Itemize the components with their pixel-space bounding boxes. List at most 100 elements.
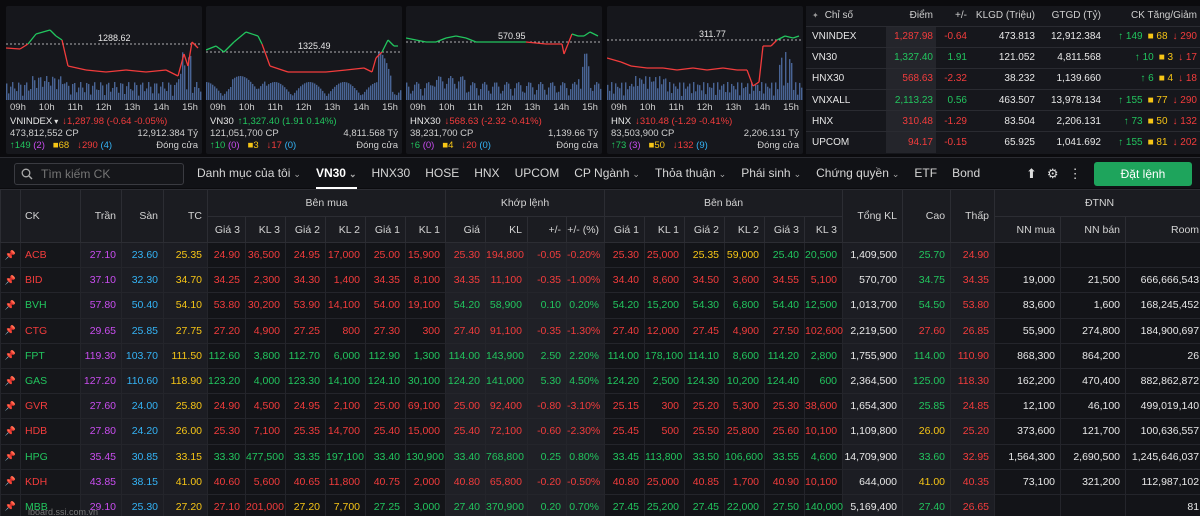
more-vertical-icon[interactable]: ⋮ <box>1069 166 1082 182</box>
bid-cell[interactable]: 7,100 <box>245 418 286 445</box>
bid-cell[interactable]: 69,100 <box>405 393 446 420</box>
bid-cell[interactable]: 7,700 <box>325 493 366 516</box>
index-row[interactable]: VNXALL 2,113.23 0.56 463.507 13,978.134 ↑ 155… <box>806 89 1200 111</box>
ask-cell[interactable]: 113,800 <box>644 443 686 470</box>
bid-cell[interactable]: 27.20 <box>207 317 246 344</box>
tab-bond[interactable]: Bond <box>952 158 980 189</box>
stock-symbol[interactable]: BID <box>20 267 81 294</box>
stock-symbol[interactable]: CTG <box>20 317 81 344</box>
stock-row[interactable]: 📌 HDB 27.80 24.20 26.00 25.30 7,100 25.35 14,700… <box>0 418 1200 445</box>
bid-cell[interactable]: 4,500 <box>245 393 286 420</box>
bid-cell[interactable]: 300 <box>405 317 446 344</box>
bid-cell[interactable]: 53.80 <box>207 292 246 319</box>
tab-etf[interactable]: ETF <box>914 158 937 189</box>
tab-danh-mục-của-tôi[interactable]: Danh mục của tôi ⌄ <box>197 158 301 189</box>
mini-chart-vn30[interactable]: 1325.49 09h 10h 11h 12h 13h 14h 15h VN30 ↑1,327.4… <box>206 6 402 154</box>
ask-cell[interactable]: 10,100 <box>804 468 844 495</box>
ask-cell[interactable]: 25.30 <box>604 241 646 269</box>
stock-row[interactable]: 📌 GAS 127.20 110.60 118.90 123.20 4,000 123.30 1… <box>0 367 1200 395</box>
ask-cell[interactable]: 5,100 <box>804 267 844 294</box>
bid-cell[interactable]: 24.95 <box>285 241 326 269</box>
ask-cell[interactable]: 4,900 <box>724 317 766 344</box>
ask-cell[interactable]: 33.50 <box>684 443 726 470</box>
bid-cell[interactable]: 27.10 <box>207 493 246 516</box>
bid-cell[interactable]: 30,200 <box>245 292 286 319</box>
pin-icon[interactable]: 📌 <box>0 393 21 420</box>
ask-cell[interactable]: 22,000 <box>724 493 766 516</box>
ask-cell[interactable]: 5,300 <box>724 393 766 420</box>
ask-cell[interactable]: 2,500 <box>644 367 686 395</box>
bid-cell[interactable]: 15,900 <box>405 241 446 269</box>
index-row[interactable]: UPCOM 94.17 -0.15 65.925 1,041.692 ↑ 155 ■ 81 ↓… <box>806 131 1200 154</box>
tab-vn30[interactable]: VN30 ⌄ <box>315 158 357 189</box>
bid-cell[interactable]: 25.35 <box>285 418 326 445</box>
ask-cell[interactable]: 124.40 <box>764 367 806 395</box>
chevron-down-icon[interactable]: ▾ <box>54 117 58 126</box>
bid-cell[interactable]: 33.30 <box>207 443 246 470</box>
ask-cell[interactable]: 10,200 <box>724 367 766 395</box>
tab-hose[interactable]: HOSE <box>425 158 459 189</box>
ask-cell[interactable]: 27.50 <box>764 317 806 344</box>
bid-cell[interactable]: 123.30 <box>285 367 326 395</box>
pin-icon[interactable]: 📌 <box>0 292 21 319</box>
ask-cell[interactable]: 34.55 <box>764 267 806 294</box>
ask-cell[interactable]: 8,600 <box>644 267 686 294</box>
ask-cell[interactable]: 25.15 <box>604 393 646 420</box>
bid-cell[interactable]: 33.40 <box>365 443 406 470</box>
bid-cell[interactable]: 40.75 <box>365 468 406 495</box>
bid-cell[interactable]: 24.95 <box>285 393 326 420</box>
bid-cell[interactable]: 3,000 <box>405 493 446 516</box>
place-order-button[interactable]: Đặt lệnh <box>1094 162 1192 186</box>
pin-icon[interactable]: 📌 <box>0 317 21 344</box>
index-row[interactable]: HNX 310.48 -1.29 83.504 2,206.131 ↑ 73 ■ 50 ↓ 1… <box>806 110 1200 132</box>
bid-cell[interactable]: 14,100 <box>325 292 366 319</box>
pin-icon[interactable]: 📌 <box>0 241 21 269</box>
ask-cell[interactable]: 33.45 <box>604 443 646 470</box>
bid-cell[interactable]: 34.25 <box>207 267 246 294</box>
ask-cell[interactable]: 140,000 <box>804 493 844 516</box>
ask-cell[interactable]: 25,200 <box>644 493 686 516</box>
index-row[interactable]: VN30 1,327.40 1.91 121.052 4,811.568 ↑ 10 ■ 3 ↓… <box>806 46 1200 69</box>
pin-icon[interactable]: 📌 <box>0 468 21 495</box>
stock-row[interactable]: 📌 MBB 29.10 25.30 27.20 27.10 201,000 27.20 7,70… <box>0 493 1200 516</box>
bid-cell[interactable]: 112.60 <box>207 342 246 369</box>
bid-cell[interactable]: 4,900 <box>245 317 286 344</box>
stock-row[interactable]: 📌 BID 37.10 32.30 34.70 34.25 2,300 34.30 1,400 3… <box>0 267 1200 294</box>
ask-cell[interactable]: 33.55 <box>764 443 806 470</box>
ask-cell[interactable]: 54.30 <box>684 292 726 319</box>
search-box[interactable] <box>14 163 184 185</box>
ask-cell[interactable]: 1,700 <box>724 468 766 495</box>
tab-chứng-quyền[interactable]: Chứng quyền ⌄ <box>816 158 899 189</box>
bid-cell[interactable]: 24.90 <box>207 393 246 420</box>
bid-cell[interactable]: 25.00 <box>365 393 406 420</box>
ask-cell[interactable]: 4,600 <box>804 443 844 470</box>
ask-cell[interactable]: 20,500 <box>804 241 844 269</box>
stock-symbol[interactable]: GAS <box>20 367 81 395</box>
bid-cell[interactable]: 27.25 <box>365 493 406 516</box>
ask-cell[interactable]: 10,100 <box>804 418 844 445</box>
ask-cell[interactable]: 40.85 <box>684 468 726 495</box>
bid-cell[interactable]: 30,100 <box>405 367 446 395</box>
ask-cell[interactable]: 25.40 <box>764 241 806 269</box>
stock-symbol[interactable]: HDB <box>20 418 81 445</box>
stock-row[interactable]: 📌 BVH 57.80 50.40 54.10 53.80 30,200 53.90 14,10… <box>0 292 1200 319</box>
ask-cell[interactable]: 38,600 <box>804 393 844 420</box>
ask-cell[interactable]: 106,600 <box>724 443 766 470</box>
bid-cell[interactable]: 36,500 <box>245 241 286 269</box>
bid-cell[interactable]: 112.90 <box>365 342 406 369</box>
index-row[interactable]: VNINDEX 1,287.98 -0.64 473.813 12,912.384 ↑ 1… <box>806 25 1200 48</box>
ask-cell[interactable]: 27.45 <box>684 493 726 516</box>
bid-cell[interactable]: 25.40 <box>365 418 406 445</box>
mini-chart-hnx30[interactable]: 570.95 09h 10h 11h 12h 13h 14h 15h HNX30 ↓568.63 … <box>406 6 602 154</box>
bid-cell[interactable]: 17,000 <box>325 241 366 269</box>
bid-cell[interactable]: 2,300 <box>245 267 286 294</box>
bid-cell[interactable]: 25.00 <box>365 241 406 269</box>
bid-cell[interactable]: 124.10 <box>365 367 406 395</box>
tab-upcom[interactable]: UPCOM <box>515 158 560 189</box>
stock-symbol[interactable]: HPG <box>20 443 81 470</box>
tab-cp-ngành[interactable]: CP Ngành ⌄ <box>574 158 640 189</box>
search-input[interactable] <box>41 167 171 181</box>
stock-symbol[interactable]: KDH <box>20 468 81 495</box>
ask-cell[interactable]: 25.50 <box>684 418 726 445</box>
ask-cell[interactable]: 40.90 <box>764 468 806 495</box>
